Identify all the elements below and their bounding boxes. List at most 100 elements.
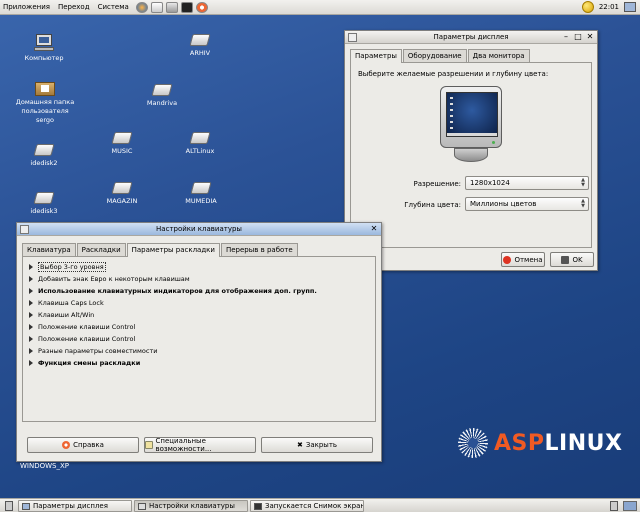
clock[interactable]: 22:01 <box>599 3 619 11</box>
drive-icon <box>151 84 173 96</box>
maximize-icon[interactable]: □ <box>573 32 583 42</box>
tab-panel: Выберите желаемые разрешении и глубину ц… <box>350 62 592 248</box>
show-desktop-icon[interactable] <box>5 501 13 511</box>
tab-dual-monitor[interactable]: Два монитора <box>467 49 530 63</box>
close-icon[interactable]: ✕ <box>585 32 595 42</box>
expander-icon[interactable] <box>29 312 33 318</box>
desktop-icon-label: MUSIC <box>111 147 133 155</box>
menu-places[interactable]: Переход <box>54 3 94 11</box>
expander-icon[interactable] <box>29 264 33 270</box>
help-button[interactable]: Справка <box>27 437 139 453</box>
asplinux-logo: ASPLINUX <box>458 428 622 458</box>
cancel-button[interactable]: Отмена <box>501 252 545 267</box>
expander-icon[interactable] <box>29 276 33 282</box>
tab-layouts[interactable]: Раскладки <box>76 243 126 257</box>
tree-row[interactable]: Выбор 3-го уровня <box>29 261 369 273</box>
desktop-icon-mandriva[interactable]: Mandriva <box>140 84 184 108</box>
tree-row[interactable]: Функция смены раскладки <box>29 357 369 369</box>
starburst-logo-icon <box>458 428 488 458</box>
drive-icon <box>111 132 133 144</box>
expander-icon[interactable] <box>29 288 33 294</box>
tree-row-label: Выбор 3-го уровня <box>38 262 106 272</box>
taskbar-label: Запускается Снимок экрана <box>265 502 364 510</box>
desktop-icon-windows-xp-label[interactable]: WINDOWS_XP <box>20 462 69 470</box>
desktop-icon-idedisk2[interactable]: idedisk2 <box>24 144 64 168</box>
resolution-select[interactable]: 1280x1024 ▲ ▼ <box>465 176 589 190</box>
tree-row[interactable]: Использование клавиатурных индикаторов д… <box>29 285 369 297</box>
taskbar-button-display[interactable]: Параметры дисплея <box>18 500 132 512</box>
tree-row[interactable]: Клавиша Caps Lock <box>29 297 369 309</box>
browser-icon[interactable] <box>135 1 148 13</box>
desktop-icon-idedisk3[interactable]: idedisk3 <box>24 192 64 216</box>
trash-icon[interactable] <box>610 501 618 511</box>
tab-hardware[interactable]: Оборудование <box>402 49 467 63</box>
desktop-icon-computer[interactable]: Компьютер <box>22 34 66 63</box>
taskbar-label: Настройки клавиатуры <box>149 502 235 510</box>
desktop-icon-mumedia[interactable]: MUMEDIA <box>178 182 224 206</box>
top-panel: Приложения Переход Система 22:01 <box>0 0 640 15</box>
expander-icon[interactable] <box>29 336 33 342</box>
monitor-icon <box>440 86 502 164</box>
expander-icon[interactable] <box>29 360 33 366</box>
desktop-icon-altlinux[interactable]: ALTLinux <box>178 132 222 156</box>
desktop-icon-label: ALTLinux <box>185 147 215 155</box>
minimize-icon[interactable]: – <box>561 32 571 42</box>
tree-row-label: Функция смены раскладки <box>38 359 141 367</box>
tree-row[interactable]: Положение клавиши Control <box>29 321 369 333</box>
terminal-icon[interactable] <box>180 1 193 13</box>
menu-applications[interactable]: Приложения <box>0 3 54 11</box>
color-depth-value: Миллионы цветов <box>470 200 537 208</box>
computer-icon <box>33 34 55 52</box>
update-notifier-icon[interactable] <box>581 1 594 13</box>
tab-parameters[interactable]: Параметры <box>350 49 402 63</box>
desktop-icon-home[interactable]: Домашняя папка пользователя sergo <box>12 78 78 125</box>
help-icon[interactable] <box>195 1 208 13</box>
drive-icon <box>111 182 133 194</box>
office-icon[interactable] <box>165 1 178 13</box>
tree-row[interactable]: Разные параметры совместимости <box>29 345 369 357</box>
expander-icon[interactable] <box>29 300 33 306</box>
tree-row[interactable]: Клавиши Alt/Win <box>29 309 369 321</box>
taskbar-button-keyboard[interactable]: Настройки клавиатуры <box>134 500 248 512</box>
window-menu-icon[interactable] <box>348 33 357 42</box>
desktop-icon-label: MUMEDIA <box>185 197 217 205</box>
accessibility-button[interactable]: Специальные возможности... <box>144 437 256 453</box>
tab-layout-options[interactable]: Параметры раскладки <box>126 243 220 257</box>
drive-icon <box>189 132 211 144</box>
mail-icon[interactable] <box>150 1 163 13</box>
window-title: Настройки клавиатуры <box>156 225 242 233</box>
close-icon[interactable]: ✕ <box>369 224 379 234</box>
window-menu-icon[interactable] <box>20 225 29 234</box>
workspace-switcher[interactable] <box>623 501 637 511</box>
window-titlebar[interactable]: Параметры дисплея – □ ✕ <box>345 31 597 44</box>
taskbar-button-screenshot[interactable]: Запускается Снимок экрана <box>250 500 364 512</box>
window-titlebar[interactable]: Настройки клавиатуры ✕ <box>17 223 381 236</box>
tab-panel: Выбор 3-го уровня Добавить знак Евро к н… <box>22 256 376 422</box>
menu-system[interactable]: Система <box>94 3 133 11</box>
tree-row-label: Положение клавиши Control <box>38 335 136 343</box>
window-title: Параметры дисплея <box>433 33 509 41</box>
home-folder-icon <box>35 78 55 96</box>
tree-row-label: Положение клавиши Control <box>38 323 136 331</box>
desktop-icon-label: idedisk2 <box>30 159 58 167</box>
expander-icon[interactable] <box>29 324 33 330</box>
drive-icon <box>33 144 55 156</box>
close-button[interactable]: ✖ Закрыть <box>261 437 373 453</box>
desktop-icon-music[interactable]: MUSIC <box>102 132 142 156</box>
display-settings-window: Параметры дисплея – □ ✕ Параметры Оборуд… <box>344 30 598 271</box>
tab-keyboard[interactable]: Клавиатура <box>22 243 76 257</box>
spin-arrows-icon: ▲ ▼ <box>581 177 585 188</box>
ok-button[interactable]: OK <box>550 252 594 267</box>
color-depth-select[interactable]: Миллионы цветов ▲ ▼ <box>465 197 589 211</box>
close-button-label: Закрыть <box>305 441 338 449</box>
taskbar-label: Параметры дисплея <box>33 502 108 510</box>
tree-row[interactable]: Добавить знак Евро к некоторым клавишам <box>29 273 369 285</box>
display-tray-icon[interactable] <box>624 2 636 12</box>
keyboard-settings-window: Настройки клавиатуры ✕ Клавиатура Раскла… <box>16 222 382 462</box>
desktop-icon-arhiv[interactable]: ARHIV <box>180 34 220 58</box>
tab-typing-break[interactable]: Перерыв в работе <box>220 243 298 257</box>
tree-row[interactable]: Положение клавиши Control <box>29 333 369 345</box>
help-icon <box>62 441 71 449</box>
desktop-icon-magazin[interactable]: MAGAZIN <box>100 182 144 206</box>
expander-icon[interactable] <box>29 348 33 354</box>
